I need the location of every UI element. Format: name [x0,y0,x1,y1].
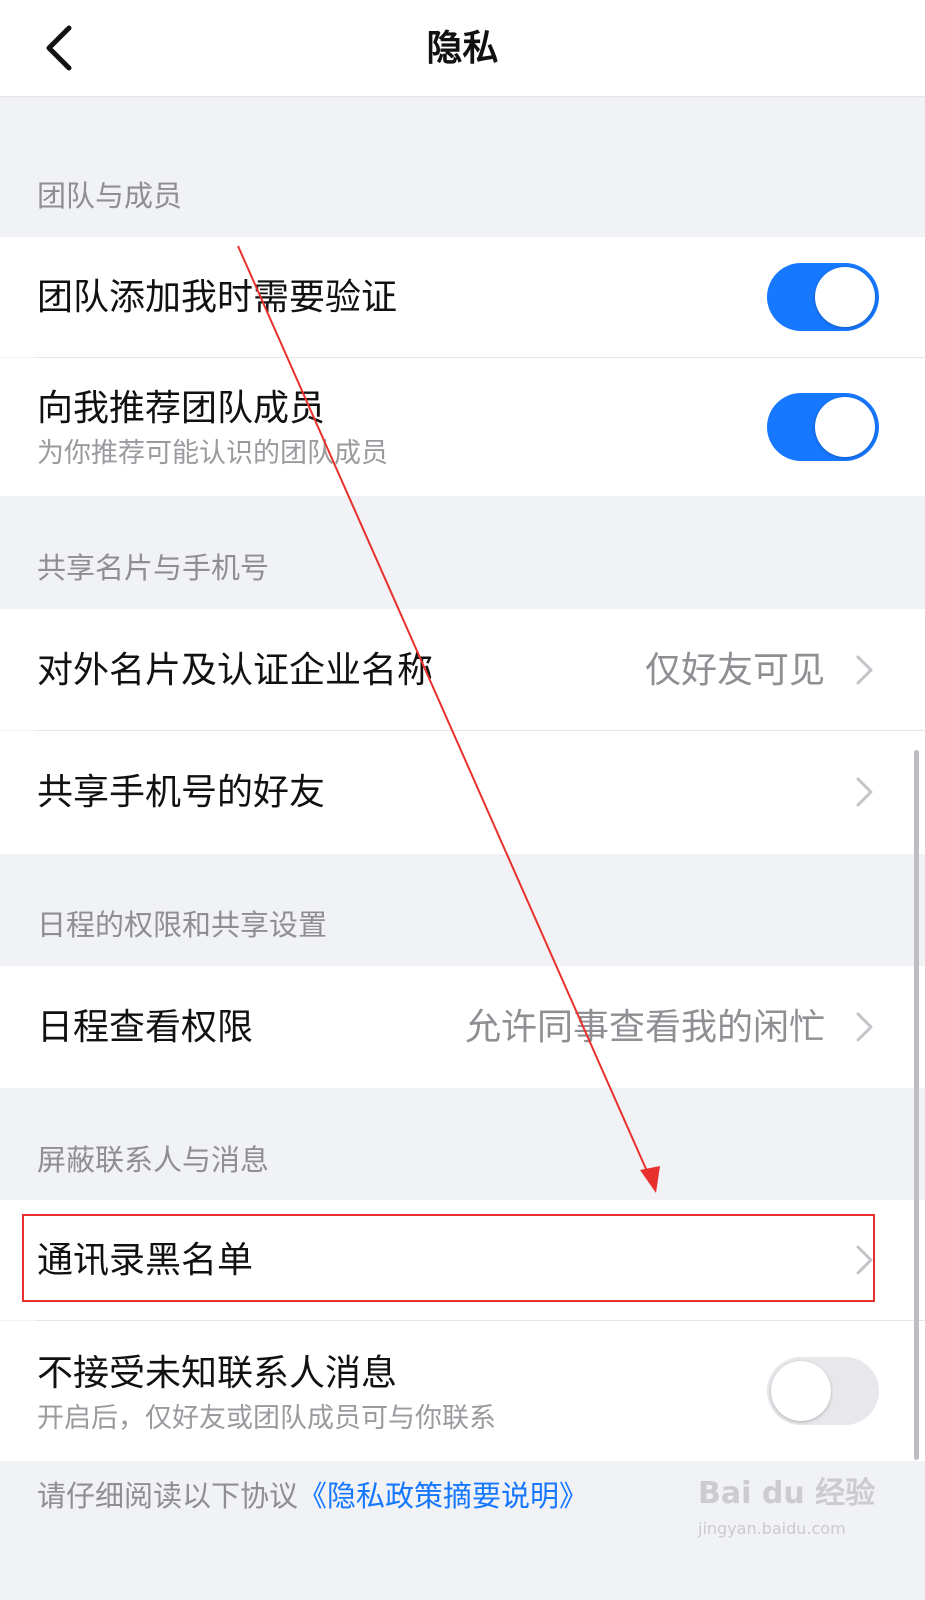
chevron-right-icon [856,1245,873,1275]
recommend-members-toggle[interactable] [767,393,879,461]
footer-note: 请仔细阅读以下协议《隐私政策摘要说明》 [37,1476,588,1516]
chevron-right-icon [856,1012,873,1042]
setting-row-block-unknown: 不接受未知联系人消息 开启后，仅好友或团队成员可与你联系 [0,1321,925,1461]
row-subtitle: 为你推荐可能认识的团队成员 [37,438,388,469]
toggle-knob [815,267,875,327]
watermark-sub: jingyan.baidu.com [698,1519,846,1538]
row-title: 通讯录黑名单 [37,1240,254,1281]
nav-bar: 隐私 [0,0,925,97]
scrollbar[interactable] [914,750,919,1460]
row-title: 共享手机号的好友 [37,772,326,813]
setting-row-recommend-members: 向我推荐团队成员 为你推荐可能认识的团队成员 [0,358,925,496]
block-unknown-toggle[interactable] [767,1357,879,1425]
row-title: 不接受未知联系人消息 [37,1353,398,1394]
chevron-right-icon [856,777,873,807]
row-title: 团队添加我时需要验证 [37,277,398,318]
watermark-main: Bai du 经验 [698,1476,876,1511]
row-value: 仅好友可见 [644,650,825,691]
chevron-right-icon [856,655,873,685]
section-label-calendar: 日程的权限和共享设置 [37,908,328,942]
setting-row-contact-blacklist[interactable]: 通讯录黑名单 [0,1200,925,1320]
toggle-knob [771,1361,831,1421]
setting-row-team-add-verify: 团队添加我时需要验证 [0,237,925,357]
privacy-policy-link[interactable]: 《隐私政策摘要说明》 [298,1479,588,1513]
row-subtitle: 开启后，仅好友或团队成员可与你联系 [37,1403,496,1434]
team-add-verify-toggle[interactable] [767,263,879,331]
section-label-share: 共享名片与手机号 [37,551,270,585]
row-value: 允许同事查看我的闲忙 [464,1007,825,1048]
baidu-watermark: Bai du 经验 jingyan.baidu.com [690,1470,875,1550]
setting-row-calendar-permission[interactable]: 日程查看权限 允许同事查看我的闲忙 [0,966,925,1088]
setting-row-share-phone[interactable]: 共享手机号的好友 [0,731,925,854]
row-title: 向我推荐团队成员 [37,388,326,429]
section-label-block: 屏蔽联系人与消息 [37,1143,270,1177]
row-title: 对外名片及认证企业名称 [37,650,434,691]
footer-prefix: 请仔细阅读以下协议 [37,1479,299,1513]
section-label-team: 团队与成员 [37,179,183,213]
row-title: 日程查看权限 [37,1007,254,1048]
toggle-knob [815,397,875,457]
setting-row-external-card[interactable]: 对外名片及认证企业名称 仅好友可见 [0,609,925,730]
page-title: 隐私 [426,28,499,69]
